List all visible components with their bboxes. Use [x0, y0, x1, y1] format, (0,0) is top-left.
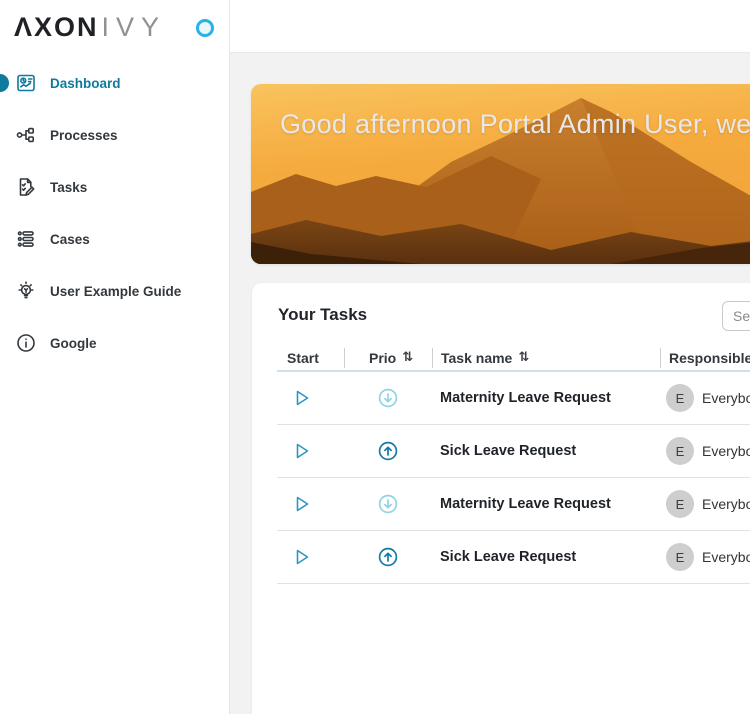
main-area: Good afternoon Portal Admin User, welcom… [230, 0, 750, 714]
task-table-row: Maternity Leave Request E Everybody [277, 478, 750, 531]
sidebar-item-tasks[interactable]: Tasks [0, 161, 229, 213]
play-icon [292, 494, 312, 514]
start-cell [277, 478, 344, 530]
sidebar-item-label: Processes [50, 128, 118, 143]
welcome-banner: Good afternoon Portal Admin User, welcom… [251, 84, 750, 264]
task-name[interactable]: Maternity Leave Request [440, 496, 611, 512]
column-header-responsible[interactable]: Responsible [660, 348, 750, 368]
sidebar-nav: Dashboard Processes [0, 56, 229, 369]
play-icon [292, 441, 312, 461]
priority-high-icon [377, 546, 399, 568]
task-name-cell: Sick Leave Request [432, 531, 660, 583]
tasks-icon [14, 175, 38, 199]
start-cell [277, 425, 344, 477]
sidebar-item-label: User Example Guide [50, 284, 181, 299]
task-name[interactable]: Sick Leave Request [440, 549, 576, 565]
priority-icon [377, 493, 399, 515]
dashboard-icon [14, 71, 38, 95]
start-cell [277, 372, 344, 424]
responsible-cell: E Everybody [660, 478, 750, 530]
sidebar-item-label: Google [50, 336, 97, 351]
sidebar-item-user-example-guide[interactable]: User Example Guide [0, 265, 229, 317]
priority-icon [377, 387, 399, 409]
priority-icon [377, 440, 399, 462]
active-indicator [0, 74, 9, 92]
sidebar-item-cases[interactable]: Cases [0, 213, 229, 265]
greeting-text: Good afternoon Portal Admin User, welcom… [280, 109, 750, 140]
task-name[interactable]: Sick Leave Request [440, 443, 576, 459]
responsible-cell: E Everybody [660, 372, 750, 424]
priority-cell [344, 478, 432, 530]
task-table: Start Prio ⇅ Task name ⇅ Responsible [277, 345, 750, 584]
task-table-row: Sick Leave Request E Everybody [277, 531, 750, 584]
start-cell [277, 531, 344, 583]
avatar: E [666, 437, 694, 465]
responsible-cell: E Everybody [660, 531, 750, 583]
priority-cell [344, 425, 432, 477]
start-task-button[interactable] [289, 438, 315, 464]
priority-high-icon [377, 440, 399, 462]
sidebar-toggle-icon[interactable] [196, 19, 214, 37]
play-icon [292, 547, 312, 567]
column-label: Responsible [669, 350, 750, 366]
responsible-name: Everybody [702, 549, 750, 565]
your-tasks-widget: Your Tasks Start Prio ⇅ Task name ⇅ [252, 283, 750, 714]
task-name-cell: Sick Leave Request [432, 425, 660, 477]
task-table-header: Start Prio ⇅ Task name ⇅ Responsible [277, 345, 750, 372]
avatar: E [666, 543, 694, 571]
responsible-name: Everybody [702, 496, 750, 512]
task-table-row: Sick Leave Request E Everybody [277, 425, 750, 478]
sidebar-item-label: Dashboard [50, 76, 121, 91]
processes-icon [14, 123, 38, 147]
avatar: E [666, 384, 694, 412]
widget-title: Your Tasks [278, 305, 367, 325]
logo-text-primary: ΛXON [14, 12, 99, 42]
top-header-bar [230, 0, 750, 53]
widget-header: Your Tasks [252, 283, 750, 345]
axonivy-logo: ΛXONIVY [14, 12, 166, 42]
task-search-input[interactable] [722, 301, 750, 331]
logo-row: ΛXONIVY [0, 0, 229, 56]
sidebar-item-google[interactable]: Google [0, 317, 229, 369]
column-label: Task name [441, 350, 512, 366]
start-task-button[interactable] [289, 491, 315, 517]
start-task-button[interactable] [289, 544, 315, 570]
priority-icon [377, 546, 399, 568]
task-name-cell: Maternity Leave Request [432, 478, 660, 530]
logo-text-secondary: IVY [102, 12, 167, 42]
sidebar-item-processes[interactable]: Processes [0, 109, 229, 161]
priority-low-icon [377, 387, 399, 409]
task-name-cell: Maternity Leave Request [432, 372, 660, 424]
column-label: Prio [369, 350, 396, 366]
column-header-task-name[interactable]: Task name ⇅ [432, 348, 660, 368]
sidebar: ΛXONIVY Dashboard [0, 0, 230, 714]
play-icon [292, 388, 312, 408]
priority-cell [344, 531, 432, 583]
sidebar-item-label: Cases [50, 232, 90, 247]
responsible-cell: E Everybody [660, 425, 750, 477]
column-header-prio[interactable]: Prio ⇅ [344, 348, 432, 368]
task-name[interactable]: Maternity Leave Request [440, 390, 611, 406]
responsible-name: Everybody [702, 443, 750, 459]
sidebar-item-label: Tasks [50, 180, 87, 195]
lightbulb-icon [14, 279, 38, 303]
sort-icon[interactable]: ⇅ [402, 350, 413, 365]
task-table-body: Maternity Leave Request E Everybody [277, 372, 750, 584]
info-icon [14, 331, 38, 355]
column-header-start[interactable]: Start [277, 348, 344, 368]
priority-low-icon [377, 493, 399, 515]
avatar: E [666, 490, 694, 518]
column-label: Start [287, 350, 319, 366]
sort-icon[interactable]: ⇅ [518, 350, 529, 365]
dashboard-content: Good afternoon Portal Admin User, welcom… [230, 53, 750, 714]
priority-cell [344, 372, 432, 424]
task-table-row: Maternity Leave Request E Everybody [277, 372, 750, 425]
responsible-name: Everybody [702, 390, 750, 406]
sidebar-item-dashboard[interactable]: Dashboard [0, 57, 229, 109]
start-task-button[interactable] [289, 385, 315, 411]
cases-icon [14, 227, 38, 251]
